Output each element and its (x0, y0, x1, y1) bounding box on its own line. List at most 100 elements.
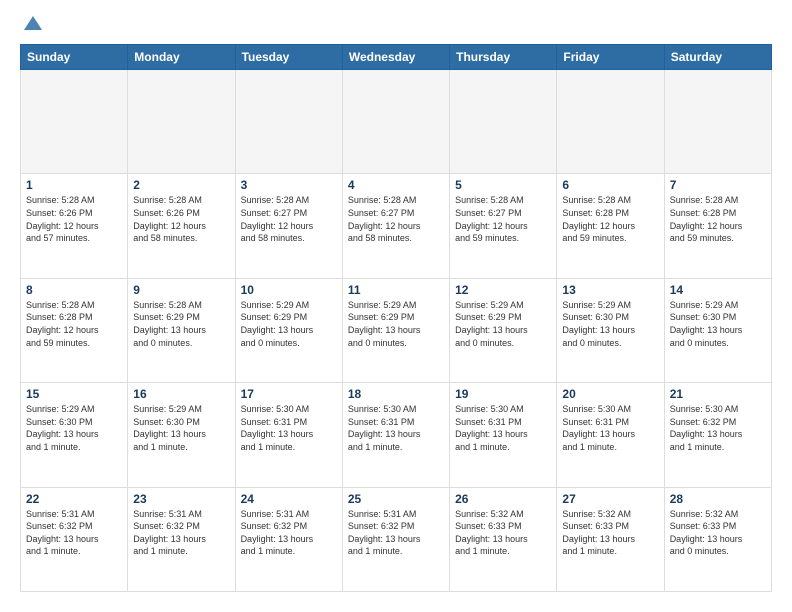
table-row: 10 Sunrise: 5:29 AMSunset: 6:29 PMDayligh… (235, 278, 342, 382)
day-number: 18 (348, 387, 444, 401)
cell-text: Sunrise: 5:28 AMSunset: 6:27 PMDaylight:… (455, 194, 551, 244)
day-number: 20 (562, 387, 658, 401)
cell-text: Sunrise: 5:30 AMSunset: 6:31 PMDaylight:… (562, 403, 658, 453)
cell-text: Sunrise: 5:31 AMSunset: 6:32 PMDaylight:… (133, 508, 229, 558)
table-row: 13 Sunrise: 5:29 AMSunset: 6:30 PMDayligh… (557, 278, 664, 382)
cell-text: Sunrise: 5:31 AMSunset: 6:32 PMDaylight:… (348, 508, 444, 558)
cell-text: Sunrise: 5:28 AMSunset: 6:28 PMDaylight:… (26, 299, 122, 349)
day-number: 22 (26, 492, 122, 506)
table-row: 17Sunrise: 5:30 AMSunset: 6:31 PMDayligh… (235, 383, 342, 487)
cell-text: Sunrise: 5:29 AMSunset: 6:29 PMDaylight:… (241, 299, 337, 349)
table-row: 11 Sunrise: 5:29 AMSunset: 6:29 PMDayligh… (342, 278, 449, 382)
header-monday: Monday (128, 45, 235, 70)
table-row (664, 70, 771, 174)
header-sunday: Sunday (21, 45, 128, 70)
header-tuesday: Tuesday (235, 45, 342, 70)
table-row (21, 70, 128, 174)
cell-text: Sunrise: 5:28 AMSunset: 6:28 PMDaylight:… (562, 194, 658, 244)
table-row: 6 Sunrise: 5:28 AMSunset: 6:28 PMDaylight… (557, 174, 664, 278)
header-wednesday: Wednesday (342, 45, 449, 70)
day-number: 2 (133, 178, 229, 192)
week-row-4: 15Sunrise: 5:29 AMSunset: 6:30 PMDayligh… (21, 383, 772, 487)
cell-text: Sunrise: 5:29 AMSunset: 6:30 PMDaylight:… (133, 403, 229, 453)
table-row: 18 Sunrise: 5:30 AMSunset: 6:31 PMDayligh… (342, 383, 449, 487)
day-number: 3 (241, 178, 337, 192)
table-row: 23 Sunrise: 5:31 AMSunset: 6:32 PMDayligh… (128, 487, 235, 591)
week-row-1 (21, 70, 772, 174)
cell-text: Sunrise: 5:29 AMSunset: 6:29 PMDaylight:… (455, 299, 551, 349)
day-number: 4 (348, 178, 444, 192)
table-row: 2 Sunrise: 5:28 AMSunset: 6:26 PMDaylight… (128, 174, 235, 278)
cell-text: Sunrise: 5:28 AMSunset: 6:26 PMDaylight:… (26, 194, 122, 244)
table-row: 8 Sunrise: 5:28 AMSunset: 6:28 PMDaylight… (21, 278, 128, 382)
calendar-table: Sunday Monday Tuesday Wednesday Thursday… (20, 44, 772, 592)
cell-text: Sunrise: 5:30 AMSunset: 6:31 PMDaylight:… (455, 403, 551, 453)
cell-text: Sunrise: 5:32 AMSunset: 6:33 PMDaylight:… (670, 508, 766, 558)
table-row (557, 70, 664, 174)
day-number: 28 (670, 492, 766, 506)
header-thursday: Thursday (450, 45, 557, 70)
cell-text: Sunrise: 5:32 AMSunset: 6:33 PMDaylight:… (455, 508, 551, 558)
cell-text: Sunrise: 5:29 AMSunset: 6:29 PMDaylight:… (348, 299, 444, 349)
table-row: 22 Sunrise: 5:31 AMSunset: 6:32 PMDayligh… (21, 487, 128, 591)
table-row: 16 Sunrise: 5:29 AMSunset: 6:30 PMDayligh… (128, 383, 235, 487)
table-row (235, 70, 342, 174)
day-number: 1 (26, 178, 122, 192)
table-row: 19 Sunrise: 5:30 AMSunset: 6:31 PMDayligh… (450, 383, 557, 487)
header (20, 20, 772, 34)
cell-text: Sunrise: 5:29 AMSunset: 6:30 PMDaylight:… (26, 403, 122, 453)
table-row (128, 70, 235, 174)
day-number: 10 (241, 283, 337, 297)
cell-text: Sunrise: 5:29 AMSunset: 6:30 PMDaylight:… (670, 299, 766, 349)
cell-text: Sunrise: 5:28 AMSunset: 6:28 PMDaylight:… (670, 194, 766, 244)
day-number: 24 (241, 492, 337, 506)
header-friday: Friday (557, 45, 664, 70)
cell-text: Sunrise: 5:31 AMSunset: 6:32 PMDaylight:… (26, 508, 122, 558)
cell-text: Sunrise: 5:32 AMSunset: 6:33 PMDaylight:… (562, 508, 658, 558)
day-number: 26 (455, 492, 551, 506)
day-number: 19 (455, 387, 551, 401)
table-row: 1 Sunrise: 5:28 AMSunset: 6:26 PMDaylight… (21, 174, 128, 278)
day-number: 8 (26, 283, 122, 297)
day-number: 14 (670, 283, 766, 297)
table-row: 7 Sunrise: 5:28 AMSunset: 6:28 PMDaylight… (664, 174, 771, 278)
table-row: 14 Sunrise: 5:29 AMSunset: 6:30 PMDayligh… (664, 278, 771, 382)
table-row: 5 Sunrise: 5:28 AMSunset: 6:27 PMDaylight… (450, 174, 557, 278)
table-row: 24 Sunrise: 5:31 AMSunset: 6:32 PMDayligh… (235, 487, 342, 591)
day-number: 16 (133, 387, 229, 401)
table-row: 21Sunrise: 5:30 AMSunset: 6:32 PMDayligh… (664, 383, 771, 487)
day-number: 25 (348, 492, 444, 506)
day-number: 13 (562, 283, 658, 297)
day-number: 6 (562, 178, 658, 192)
cell-text: Sunrise: 5:30 AMSunset: 6:31 PMDaylight:… (348, 403, 444, 453)
table-row: 20 Sunrise: 5:30 AMSunset: 6:31 PMDayligh… (557, 383, 664, 487)
table-row: 9Sunrise: 5:28 AMSunset: 6:29 PMDaylight… (128, 278, 235, 382)
day-number: 11 (348, 283, 444, 297)
day-number: 7 (670, 178, 766, 192)
day-number: 21 (670, 387, 766, 401)
cell-text: Sunrise: 5:28 AMSunset: 6:26 PMDaylight:… (133, 194, 229, 244)
table-row: 26 Sunrise: 5:32 AMSunset: 6:33 PMDayligh… (450, 487, 557, 591)
calendar-body: 1 Sunrise: 5:28 AMSunset: 6:26 PMDaylight… (21, 70, 772, 592)
day-number: 27 (562, 492, 658, 506)
table-row: 25 Sunrise: 5:31 AMSunset: 6:32 PMDayligh… (342, 487, 449, 591)
week-row-3: 8 Sunrise: 5:28 AMSunset: 6:28 PMDaylight… (21, 278, 772, 382)
cell-text: Sunrise: 5:28 AMSunset: 6:27 PMDaylight:… (348, 194, 444, 244)
day-number: 23 (133, 492, 229, 506)
cell-text: Sunrise: 5:30 AMSunset: 6:31 PMDaylight:… (241, 403, 337, 453)
table-row (450, 70, 557, 174)
table-row (342, 70, 449, 174)
day-number: 9 (133, 283, 229, 297)
cell-text: Sunrise: 5:31 AMSunset: 6:32 PMDaylight:… (241, 508, 337, 558)
table-row: 15Sunrise: 5:29 AMSunset: 6:30 PMDayligh… (21, 383, 128, 487)
logo (20, 20, 44, 34)
table-row: 4 Sunrise: 5:28 AMSunset: 6:27 PMDaylight… (342, 174, 449, 278)
table-row: 12 Sunrise: 5:29 AMSunset: 6:29 PMDayligh… (450, 278, 557, 382)
day-number: 5 (455, 178, 551, 192)
table-row: 3Sunrise: 5:28 AMSunset: 6:27 PMDaylight… (235, 174, 342, 278)
day-number: 12 (455, 283, 551, 297)
table-row: 27 Sunrise: 5:32 AMSunset: 6:33 PMDayligh… (557, 487, 664, 591)
logo-icon (22, 12, 44, 34)
header-saturday: Saturday (664, 45, 771, 70)
cell-text: Sunrise: 5:29 AMSunset: 6:30 PMDaylight:… (562, 299, 658, 349)
